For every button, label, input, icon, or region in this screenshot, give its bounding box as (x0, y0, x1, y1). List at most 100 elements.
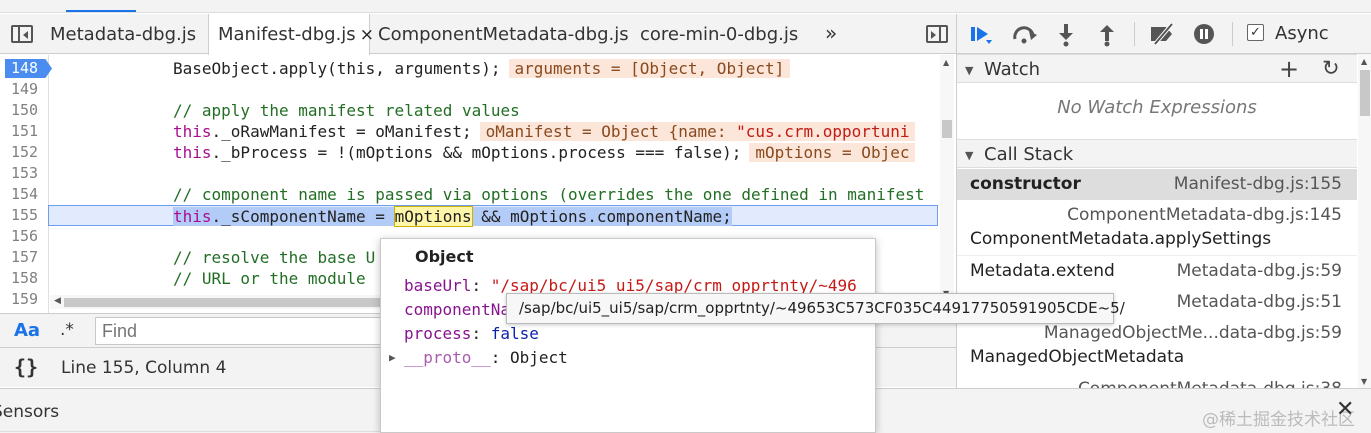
pause-on-exceptions-icon[interactable] (1193, 23, 1215, 45)
inline-value-text: oManifest = Object {name: (485, 122, 737, 141)
code-line-154[interactable]: // component name is passed via options … (50, 184, 940, 205)
line-number[interactable]: 155 (0, 205, 49, 226)
drawer-tab-sensors[interactable]: Sensors (0, 402, 59, 422)
property-process[interactable]: process: false (404, 322, 539, 346)
frame-location[interactable]: ComponentMetadata-dbg.js:145 (1067, 205, 1342, 225)
property-componentname[interactable]: componentNa (404, 298, 510, 322)
line-number[interactable]: 158 (0, 268, 49, 289)
find-input[interactable] (95, 317, 385, 345)
toggle-navigator-icon[interactable] (11, 25, 33, 43)
toolbar-separator (1134, 22, 1135, 46)
frame-location[interactable]: Metadata-dbg.js:51 (1177, 292, 1342, 312)
frame-function: ManagedObjectMetadata (970, 347, 1185, 367)
cursor-position: Line 155, Column 4 (61, 358, 227, 378)
async-checkbox[interactable]: ✓ (1247, 24, 1264, 41)
more-tabs-icon[interactable]: » (825, 12, 837, 52)
editor-vertical-scrollbar[interactable]: ▲ ▼ (940, 55, 954, 300)
code-text: BaseObject.apply(this, arguments); (173, 59, 501, 78)
line-number[interactable]: 156 (0, 226, 49, 247)
line-gutter[interactable]: 148 149 150 151 152 153 154 155 156 157 … (0, 55, 52, 313)
tab-label: ComponentMetadata-dbg.js (378, 24, 629, 45)
code-line-150[interactable]: // apply the manifest related values (50, 100, 940, 121)
keyword-this: this (173, 122, 212, 141)
code-line-148[interactable]: BaseObject.apply(this, arguments); argume… (50, 58, 940, 79)
expand-triangle-icon[interactable]: ▼ (965, 149, 973, 162)
line-number[interactable]: 154 (0, 184, 49, 205)
top-toolbar-remnant (0, 0, 1371, 13)
inline-value-string: "cus.crm.opportuni (736, 122, 910, 141)
watch-title: Watch (984, 59, 1041, 80)
sidebar-scrollbar[interactable]: ▲ ▼ (1358, 54, 1371, 388)
code-comment: // URL or the module (173, 269, 376, 288)
frame-location[interactable]: ManagedObjectMe...data-dbg.js:59 (1044, 323, 1342, 343)
editor-tab-bar: Metadata-dbg.js Manifest-dbg.js × Compone… (0, 12, 956, 55)
scroll-left-icon[interactable]: ◀ (54, 296, 61, 306)
frame-location[interactable]: ComponentMetadata-dbg.js:38 (1078, 379, 1342, 388)
code-comment: // component name is passed via options … (173, 185, 925, 204)
refresh-watch-icon[interactable]: ↻ (1322, 56, 1340, 80)
async-label: Async (1275, 23, 1329, 44)
call-frame[interactable]: Metadata.extend Metadata-dbg.js:59 (957, 256, 1357, 287)
toggle-debugger-icon[interactable] (926, 25, 948, 43)
line-number[interactable]: 150 (0, 100, 49, 121)
property-proto[interactable]: ▶ __proto__: Object (389, 346, 568, 370)
deactivate-breakpoints-icon[interactable] (1148, 23, 1178, 45)
execution-line-155[interactable]: this._sComponentName = mOptions && mOpti… (48, 205, 938, 227)
code-line-151[interactable]: this._oRawManifest = oManifest; oManifest… (50, 121, 940, 142)
regex-toggle[interactable]: .* (60, 320, 74, 340)
scrollbar-thumb[interactable] (64, 298, 384, 307)
line-number[interactable]: 159 (0, 289, 49, 310)
scrollbar-thumb[interactable] (942, 120, 952, 138)
tab-manifest-dbg[interactable]: Manifest-dbg.js × (208, 14, 374, 55)
step-out-icon[interactable] (1098, 23, 1116, 47)
close-tab-icon[interactable]: × (360, 25, 374, 45)
call-frame[interactable]: constructor Manifest-dbg.js:155 (957, 169, 1357, 200)
watermark: @稀土掘金技术社区 (1202, 410, 1355, 430)
tab-label: Manifest-dbg.js (218, 24, 356, 45)
scroll-down-icon[interactable]: ▼ (1361, 377, 1367, 386)
keyword-this: this (173, 207, 212, 226)
property-key: process (404, 324, 472, 343)
frame-function: ComponentMetadata.applySettings (970, 229, 1272, 249)
call-stack-section-header[interactable]: ▼ Call Stack (957, 139, 1357, 168)
debugger-sidebar: ✓ Async ▼ Watch + ↻ No Watch Expressions… (956, 14, 1371, 388)
call-frame[interactable]: ComponentMetadata-dbg.js:145 ComponentMe… (957, 200, 1357, 256)
tab-core-min-0-dbg[interactable]: core-min-0-dbg.js (640, 14, 798, 54)
frame-function: constructor (970, 174, 1081, 194)
scroll-up-icon[interactable]: ▲ (943, 58, 949, 67)
toolbar-separator (1232, 22, 1233, 46)
line-number[interactable]: 157 (0, 247, 49, 268)
line-number[interactable]: 153 (0, 163, 49, 184)
property-value: false (490, 324, 539, 343)
hovered-identifier[interactable]: mOptions (393, 206, 473, 227)
frame-location[interactable]: Manifest-dbg.js:155 (1174, 174, 1342, 194)
line-number[interactable]: 152 (0, 142, 49, 163)
tab-metadata-dbg[interactable]: Metadata-dbg.js (50, 14, 196, 54)
add-watch-icon[interactable]: + (1279, 55, 1299, 83)
step-into-icon[interactable] (1057, 23, 1075, 47)
expand-triangle-icon[interactable]: ▶ (389, 346, 396, 370)
line-number[interactable]: 151 (0, 121, 49, 142)
call-stack-title: Call Stack (984, 144, 1074, 165)
scrollbar-thumb[interactable] (1360, 70, 1370, 116)
inline-value: arguments = [Object, Object] (508, 59, 791, 78)
code-line-152[interactable]: this._bProcess = !(mOptions && mOptions.… (50, 142, 940, 163)
inline-value: oManifest = Object {name: "cus.crm.oppor… (479, 122, 916, 141)
call-frame[interactable]: ComponentMetadata-dbg.js:38 (957, 374, 1357, 388)
pretty-print-icon[interactable]: {} (14, 355, 38, 379)
watch-section-header[interactable]: ▼ Watch + ↻ (957, 54, 1357, 83)
call-frame[interactable]: ManagedObjectMe...data-dbg.js:59 Managed… (957, 318, 1357, 374)
match-case-toggle[interactable]: Aa (14, 320, 40, 341)
property-value: Object (509, 348, 568, 367)
expand-triangle-icon[interactable]: ▼ (965, 64, 973, 77)
line-number[interactable]: 148 (0, 58, 49, 79)
line-number[interactable]: 149 (0, 79, 49, 100)
object-hover-popover[interactable]: Object baseUrl: "/sap/bc/ui5_ui5/sap/crm… (380, 238, 876, 433)
resume-icon[interactable] (969, 24, 993, 46)
tab-componentmetadata-dbg[interactable]: ComponentMetadata-dbg.js (378, 14, 629, 54)
step-over-icon[interactable] (1011, 25, 1039, 45)
keyword-this: this (173, 143, 212, 162)
close-drawer-icon[interactable]: ✕ (1336, 397, 1354, 422)
scroll-up-icon[interactable]: ▲ (1361, 57, 1367, 66)
frame-location[interactable]: Metadata-dbg.js:59 (1177, 261, 1342, 281)
